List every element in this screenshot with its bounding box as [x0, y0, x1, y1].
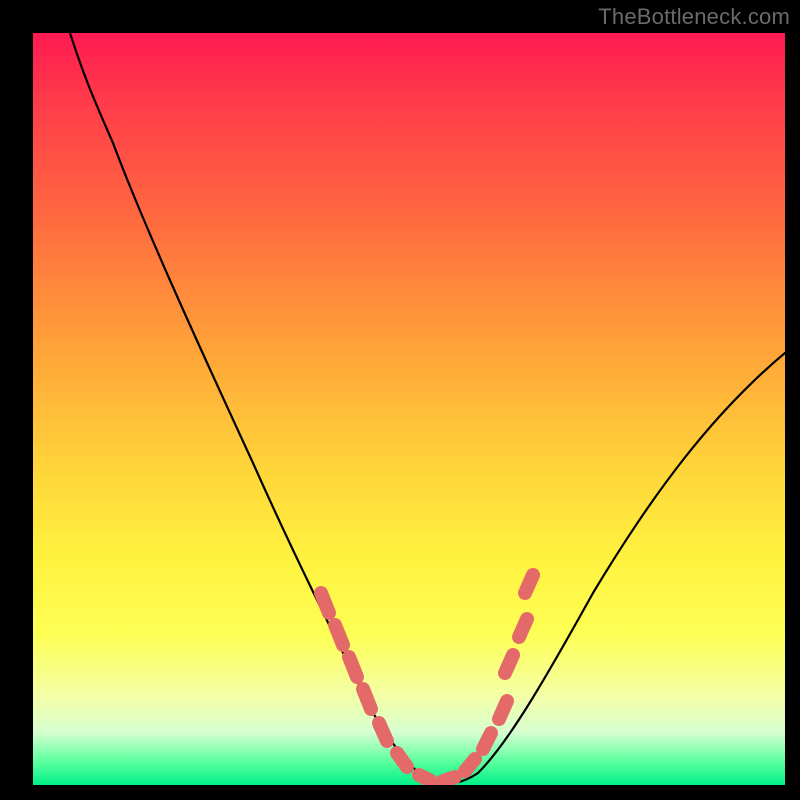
- marker-dot: [335, 625, 343, 645]
- marker-dot: [465, 759, 475, 771]
- marker-dot: [519, 619, 527, 637]
- marker-dot: [379, 723, 387, 741]
- plot-area: [33, 33, 785, 785]
- watermark-text: TheBottleneck.com: [598, 4, 790, 30]
- marker-dot: [419, 775, 431, 781]
- optimal-range-markers: [321, 575, 533, 781]
- chart-frame: TheBottleneck.com: [0, 0, 800, 800]
- marker-dot: [525, 575, 533, 593]
- bottleneck-curve: [70, 33, 785, 783]
- marker-dot: [443, 777, 455, 781]
- marker-dot: [349, 657, 357, 677]
- marker-dot: [397, 753, 407, 767]
- marker-dot: [505, 655, 513, 673]
- marker-dot: [483, 733, 491, 749]
- chart-svg: [33, 33, 785, 785]
- marker-dot: [321, 593, 329, 613]
- marker-dot: [363, 689, 371, 709]
- marker-dot: [499, 701, 507, 719]
